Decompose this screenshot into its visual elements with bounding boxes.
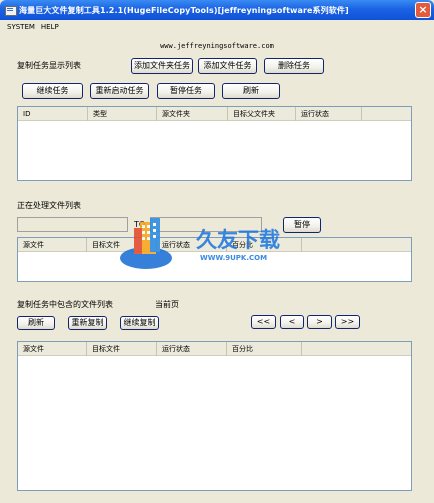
current-page-label: 当前页 — [155, 300, 179, 309]
watermark-logo: 久友下载 WWW.9UPK.COM — [120, 218, 280, 269]
last-page-button[interactable]: >> — [335, 315, 360, 329]
task-list-header: ID 类型 源文件夹 目标父文件夹 运行状态 — [18, 107, 411, 121]
file-list-label: 复制任务中包含的文件列表 — [17, 300, 113, 309]
delete-task-button[interactable]: 删除任务 — [264, 58, 324, 74]
recopy-button[interactable]: 重新复制 — [68, 316, 107, 330]
building-icon — [134, 218, 160, 254]
task-list[interactable]: ID 类型 源文件夹 目标父文件夹 运行状态 — [17, 106, 412, 181]
menu-help[interactable]: HELP — [38, 23, 62, 31]
site-url: www.jeffreyningsoftware.com — [160, 42, 274, 50]
file-list[interactable]: 源文件 目标文件 运行状态 百分比 — [17, 341, 412, 491]
col-type[interactable]: 类型 — [88, 107, 157, 121]
col-source-file[interactable]: 源文件 — [18, 342, 87, 356]
col-run-status[interactable]: 运行状态 — [157, 342, 227, 356]
window-title: 海量巨大文件复制工具1.2.1(HugeFileCopyTools)[jeffr… — [19, 5, 349, 15]
source-file-field[interactable] — [17, 217, 128, 232]
prev-page-button[interactable]: < — [280, 315, 304, 329]
processing-list-label: 正在处理文件列表 — [17, 201, 81, 210]
continue-copy-button[interactable]: 继续复制 — [120, 316, 159, 330]
add-folder-task-button[interactable]: 添加文件夹任务 — [131, 58, 193, 74]
close-button[interactable]: × — [415, 2, 431, 18]
restart-task-button[interactable]: 重新启动任务 — [90, 83, 149, 99]
col-target-parent-folder[interactable]: 目标父文件夹 — [228, 107, 296, 121]
continue-task-button[interactable]: 继续任务 — [22, 83, 83, 99]
next-page-button[interactable]: > — [307, 315, 332, 329]
col-target-file[interactable]: 目标文件 — [87, 342, 157, 356]
refresh-tasks-button[interactable]: 刷新 — [222, 83, 280, 99]
watermark-brand: 久友下载 — [196, 228, 280, 252]
menu-system[interactable]: SYSTEM — [4, 23, 38, 31]
first-page-button[interactable]: << — [251, 315, 276, 329]
menu-bar: SYSTEM HELP — [0, 20, 434, 34]
col-id[interactable]: ID — [18, 107, 88, 121]
pause-task-button[interactable]: 暂停任务 — [157, 83, 215, 99]
file-list-header: 源文件 目标文件 运行状态 百分比 — [18, 342, 411, 356]
watermark-url: WWW.9UPK.COM — [200, 254, 267, 262]
col-percent[interactable]: 百分比 — [227, 342, 302, 356]
refresh-files-button[interactable]: 刷新 — [17, 316, 55, 330]
col-run-status[interactable]: 运行状态 — [296, 107, 362, 121]
title-bar: 海量巨大文件复制工具1.2.1(HugeFileCopyTools)[jeffr… — [0, 0, 434, 20]
task-list-label: 复制任务显示列表 — [17, 61, 81, 70]
app-icon — [4, 4, 17, 16]
col-source-file[interactable]: 源文件 — [18, 238, 87, 252]
add-file-task-button[interactable]: 添加文件任务 — [198, 58, 257, 74]
col-source-folder[interactable]: 源文件夹 — [157, 107, 228, 121]
